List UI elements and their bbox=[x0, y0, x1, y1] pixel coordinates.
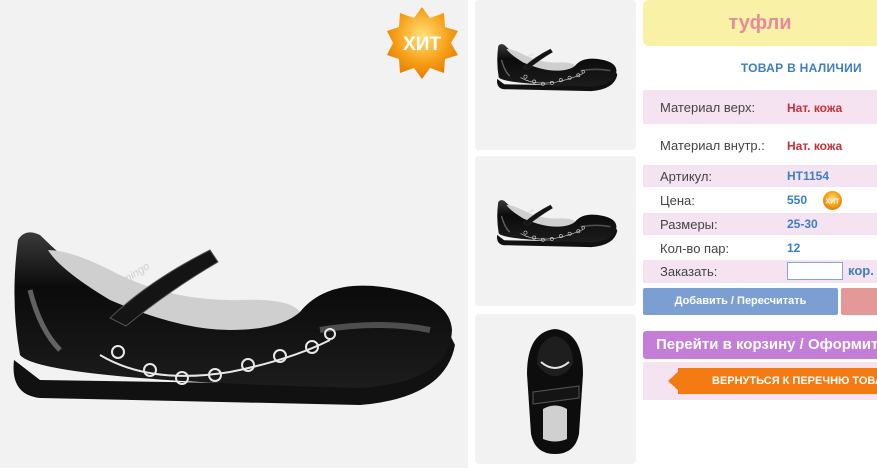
material-inner-value: Нат. кожа bbox=[787, 139, 843, 153]
add-recalculate-button[interactable]: Добавить / Пересчитать bbox=[643, 288, 838, 315]
order-label: Заказать: bbox=[660, 264, 718, 279]
product-title-bar: туфли bbox=[643, 0, 877, 46]
product-info-panel: туфли ТОВАР В НАЛИЧИИ Материал верх: Нат… bbox=[643, 0, 877, 468]
material-top-label: Материал верх: bbox=[660, 100, 756, 115]
article-label: Артикул: bbox=[660, 169, 713, 184]
spec-row-sizes: Размеры: 25-30 bbox=[643, 213, 877, 235]
thumbnail-2[interactable] bbox=[475, 156, 636, 306]
price-label: Цена: bbox=[660, 193, 695, 208]
spec-row-article: Артикул: HT1154 bbox=[643, 165, 877, 187]
order-quantity-input[interactable] bbox=[787, 262, 843, 280]
thumbnail-shoe-image bbox=[496, 43, 619, 92]
product-title: туфли bbox=[728, 12, 792, 34]
go-to-cart-button[interactable]: Перейти в корзину / Оформить заказ bbox=[643, 331, 877, 359]
spec-row-material-top: Материал верх: Нат. кожа bbox=[643, 90, 877, 124]
spec-row-price: Цена: 550 ХИТ bbox=[643, 189, 877, 211]
spec-row-order: Заказать: кор. bbox=[643, 260, 877, 283]
hit-badge-icon: ХИТ bbox=[387, 7, 458, 79]
back-to-list-button[interactable]: ВЕРНУТЬСЯ К ПЕРЕЧНЮ ТОВАРОВ bbox=[678, 368, 877, 394]
pairs-label: Кол-во пар: bbox=[660, 241, 730, 256]
sizes-label: Размеры: bbox=[660, 217, 718, 232]
hit-small-badge-icon: ХИТ bbox=[823, 191, 842, 210]
spec-row-pairs: Кол-во пар: 12 bbox=[643, 237, 877, 259]
stock-status: ТОВАР В НАЛИЧИИ bbox=[643, 61, 877, 75]
hit-badge-text: ХИТ bbox=[403, 34, 441, 55]
stock-status-text: ТОВАР В НАЛИЧИИ bbox=[740, 61, 862, 75]
thumbnail-shoe-top-view bbox=[527, 329, 583, 454]
thumbnail-3[interactable] bbox=[475, 314, 636, 464]
spec-row-material-inner: Материал внутр.: Нат. кожа bbox=[643, 128, 877, 162]
material-inner-label: Материал внутр.: bbox=[660, 138, 765, 153]
thumbnail-shoe-image bbox=[496, 199, 619, 248]
thumbnail-1[interactable] bbox=[475, 0, 636, 150]
material-top-value: Нат. кожа bbox=[787, 101, 843, 115]
article-value: HT1154 bbox=[787, 169, 830, 183]
secondary-red-button[interactable] bbox=[841, 288, 877, 315]
pairs-value: 12 bbox=[787, 241, 801, 255]
order-unit: кор. bbox=[848, 263, 874, 278]
sizes-value: 25-30 bbox=[787, 217, 818, 231]
hit-small-badge-text: ХИТ bbox=[826, 199, 841, 206]
back-button-container: ВЕРНУТЬСЯ К ПЕРЕЧНЮ ТОВАРОВ bbox=[643, 362, 877, 400]
main-product-photo: ХИТ bbox=[0, 0, 468, 468]
price-value: 550 bbox=[787, 193, 808, 207]
